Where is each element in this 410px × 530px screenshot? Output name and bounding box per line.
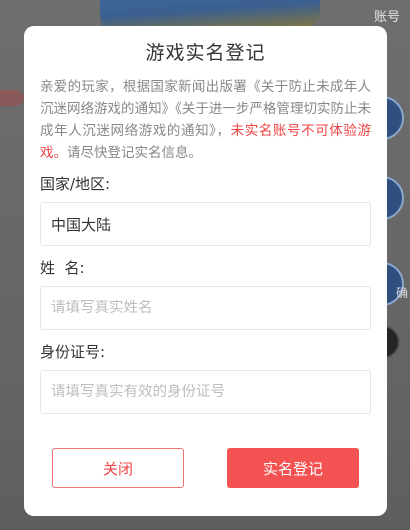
region-field[interactable]: 中国大陆 [40,202,371,246]
realname-dialog: 游戏实名登记 亲爱的玩家，根据国家新闻出版署《关于防止未成年人沉迷网络游戏的通知… [24,26,387,516]
id-label: 身份证号: [40,343,106,361]
dialog-title: 游戏实名登记 [145,42,266,64]
dialog-buttons: 关闭 实名登记 [24,448,387,488]
close-button[interactable]: 关闭 [52,448,184,488]
name-field-box [40,286,371,330]
region-value: 中国大陆 [51,215,112,234]
name-label: 姓 名: [40,259,85,277]
side-tab [0,90,24,106]
side-label: 确 [395,286,408,300]
notice-text: 亲爱的玩家，根据国家新闻出版署《关于防止未成年人沉迷网络游戏的通知》《关于进一步… [40,76,371,164]
notice-tail: 请尽快登记实名信息。 [67,145,202,161]
account-label: 账号 [373,10,400,25]
name-input[interactable] [51,300,360,316]
id-field-box [40,370,371,414]
id-number-input[interactable] [51,384,360,400]
region-label: 国家/地区: [40,175,111,193]
register-button[interactable]: 实名登记 [227,448,359,488]
